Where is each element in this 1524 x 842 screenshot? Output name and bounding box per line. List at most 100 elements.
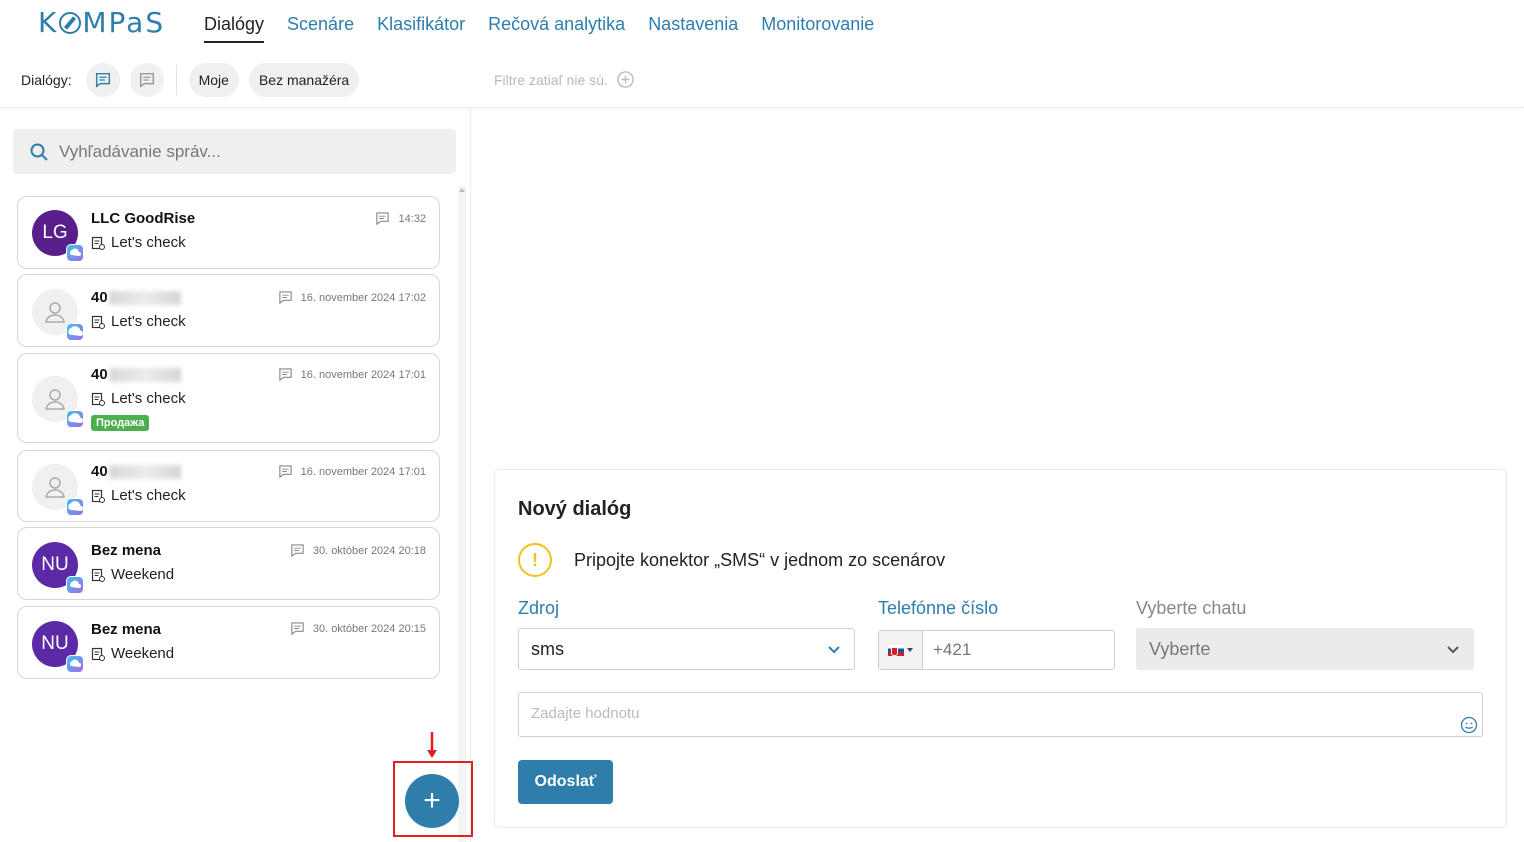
last-message: Weekend	[91, 645, 174, 662]
no-manager-filter-chip[interactable]: Bez manažéra	[248, 63, 360, 97]
chat-icon	[95, 72, 110, 88]
phone-label: Telefónne číslo	[878, 598, 999, 618]
message-input[interactable]: Zadajte hodnotu	[518, 692, 1483, 737]
avatar: NU	[32, 621, 84, 673]
closed-dialogs-button[interactable]	[129, 63, 164, 97]
contact-name-text: 40	[91, 463, 108, 480]
dialog-card[interactable]: LG LLC GoodRise Let's check 14:32	[17, 196, 440, 269]
message-status-icon	[91, 236, 105, 250]
sale-tag: Продажа	[91, 415, 150, 431]
nav-classifier[interactable]: Klasifikátor	[377, 14, 465, 43]
top-bar: K MPaS Dialógy Scenáre Klasifikátor Rečov…	[0, 0, 1524, 108]
last-message: Let's check	[91, 313, 186, 330]
compass-icon	[59, 12, 82, 34]
slovakia-flag-icon	[888, 644, 904, 656]
avatar-initials: LG	[42, 222, 68, 243]
time-text: 16. november 2024 17:01	[300, 465, 426, 478]
search-icon	[30, 143, 48, 161]
main-nav: Dialógy Scenáre Klasifikátor Rečová anal…	[204, 14, 874, 43]
phone-field[interactable]: +421	[878, 630, 1115, 670]
message-status-icon	[91, 568, 105, 582]
message-time: 16. november 2024 17:01	[278, 367, 426, 382]
plus-icon: +	[423, 784, 441, 817]
avatar	[32, 289, 84, 341]
dialogs-filter-label: Dialógy:	[21, 72, 72, 88]
active-dialogs-button[interactable]	[85, 63, 120, 97]
phone-input[interactable]: +421	[923, 631, 971, 669]
channel-badge-icon	[66, 244, 84, 262]
message-status-icon	[91, 489, 105, 503]
chat-icon	[291, 622, 304, 636]
avatar	[32, 376, 84, 428]
nav-scenarios[interactable]: Scenáre	[287, 14, 354, 43]
contact-name-text: 40	[91, 289, 108, 306]
send-button[interactable]: Odoslať	[518, 760, 613, 804]
last-message-text: Weekend	[111, 645, 175, 662]
dialog-filter-bar: Dialógy: Moje Bez manažéra	[21, 62, 360, 98]
divider	[175, 65, 177, 95]
user-icon	[45, 477, 65, 498]
new-dialog-panel: Nový dialóg ! Pripojte konektor „SMS“ v …	[494, 469, 1507, 828]
dialog-card[interactable]: NU Bez mena Weekend 30. október 2024 20:…	[17, 606, 440, 679]
search-input[interactable]	[59, 141, 439, 162]
connector-warning: ! Pripojte konektor „SMS“ v jednom zo sc…	[518, 543, 945, 577]
contact-name: 40	[91, 289, 181, 306]
dialog-card[interactable]: 40 Let's check 16. november 2024 17:02	[17, 274, 440, 347]
message-time: 30. október 2024 20:18	[290, 543, 426, 558]
time-text: 16. november 2024 17:01	[300, 368, 426, 381]
search-box[interactable]	[13, 129, 456, 174]
arrow-down-icon	[427, 732, 437, 758]
source-label: Zdroj	[518, 598, 560, 618]
chevron-down-icon	[1447, 646, 1459, 654]
source-select[interactable]: sms	[518, 628, 855, 670]
caret-down-icon	[907, 648, 913, 652]
avatar-initials: NU	[41, 554, 69, 575]
warning-text: Pripojte konektor „SMS“ v jednom zo scen…	[574, 549, 946, 570]
country-select[interactable]	[879, 631, 923, 669]
scrollbar[interactable]	[458, 186, 466, 842]
user-icon	[45, 389, 65, 410]
last-message: Let's check	[91, 234, 186, 251]
contact-name: LLC GoodRise	[91, 210, 196, 227]
message-status-icon	[91, 315, 105, 329]
chat-select[interactable]: Vyberte	[1136, 628, 1474, 670]
time-text: 30. október 2024 20:18	[312, 544, 426, 557]
panel-title: Nový dialóg	[518, 498, 632, 520]
contact-name: Bez mena	[91, 621, 162, 638]
avatar: LG	[32, 210, 84, 262]
filters-area: Filtre zatiaľ nie sú.	[494, 70, 635, 89]
last-message-text: Let's check	[111, 234, 186, 251]
channel-badge-icon	[66, 323, 84, 341]
dialog-card[interactable]: NU Bez mena Weekend 30. október 2024 20:…	[17, 527, 440, 600]
mine-filter-chip[interactable]: Moje	[188, 63, 239, 97]
avatar	[32, 464, 84, 516]
time-text: 14:32	[398, 212, 426, 225]
chat-label: Vyberte chatu	[1136, 598, 1247, 618]
message-status-icon	[91, 392, 105, 406]
nav-monitoring[interactable]: Monitorovanie	[761, 14, 874, 43]
logo[interactable]: K MPaS	[38, 6, 165, 39]
message-time: 30. október 2024 20:15	[290, 621, 426, 636]
chat-icon	[139, 72, 154, 88]
message-time: 14:32	[375, 211, 426, 226]
contact-name: Bez mena	[91, 542, 162, 559]
source-value: sms	[531, 638, 564, 659]
channel-badge-icon	[66, 576, 84, 594]
last-message: Let's check	[91, 390, 186, 407]
chat-value: Vyberte	[1149, 638, 1211, 659]
nav-speech-analytics[interactable]: Rečová analytika	[488, 14, 625, 43]
channel-badge-icon	[66, 498, 84, 516]
message-time: 16. november 2024 17:01	[278, 464, 426, 479]
chat-icon	[291, 544, 304, 558]
message-placeholder: Zadajte hodnotu	[531, 705, 640, 722]
nav-settings[interactable]: Nastavenia	[648, 14, 738, 43]
message-time: 16. november 2024 17:02	[278, 290, 426, 305]
emoji-icon[interactable]	[1460, 716, 1478, 734]
add-filter-icon[interactable]	[616, 70, 635, 89]
last-message-text: Let's check	[111, 313, 186, 330]
nav-dialogs[interactable]: Dialógy	[204, 14, 265, 43]
new-dialog-button[interactable]: +	[405, 774, 459, 828]
channel-badge-icon	[66, 655, 84, 673]
dialog-card[interactable]: 40 Let's check Продажа 16. november 2024…	[17, 353, 440, 443]
dialog-card[interactable]: 40 Let's check 16. november 2024 17:01	[17, 450, 440, 522]
